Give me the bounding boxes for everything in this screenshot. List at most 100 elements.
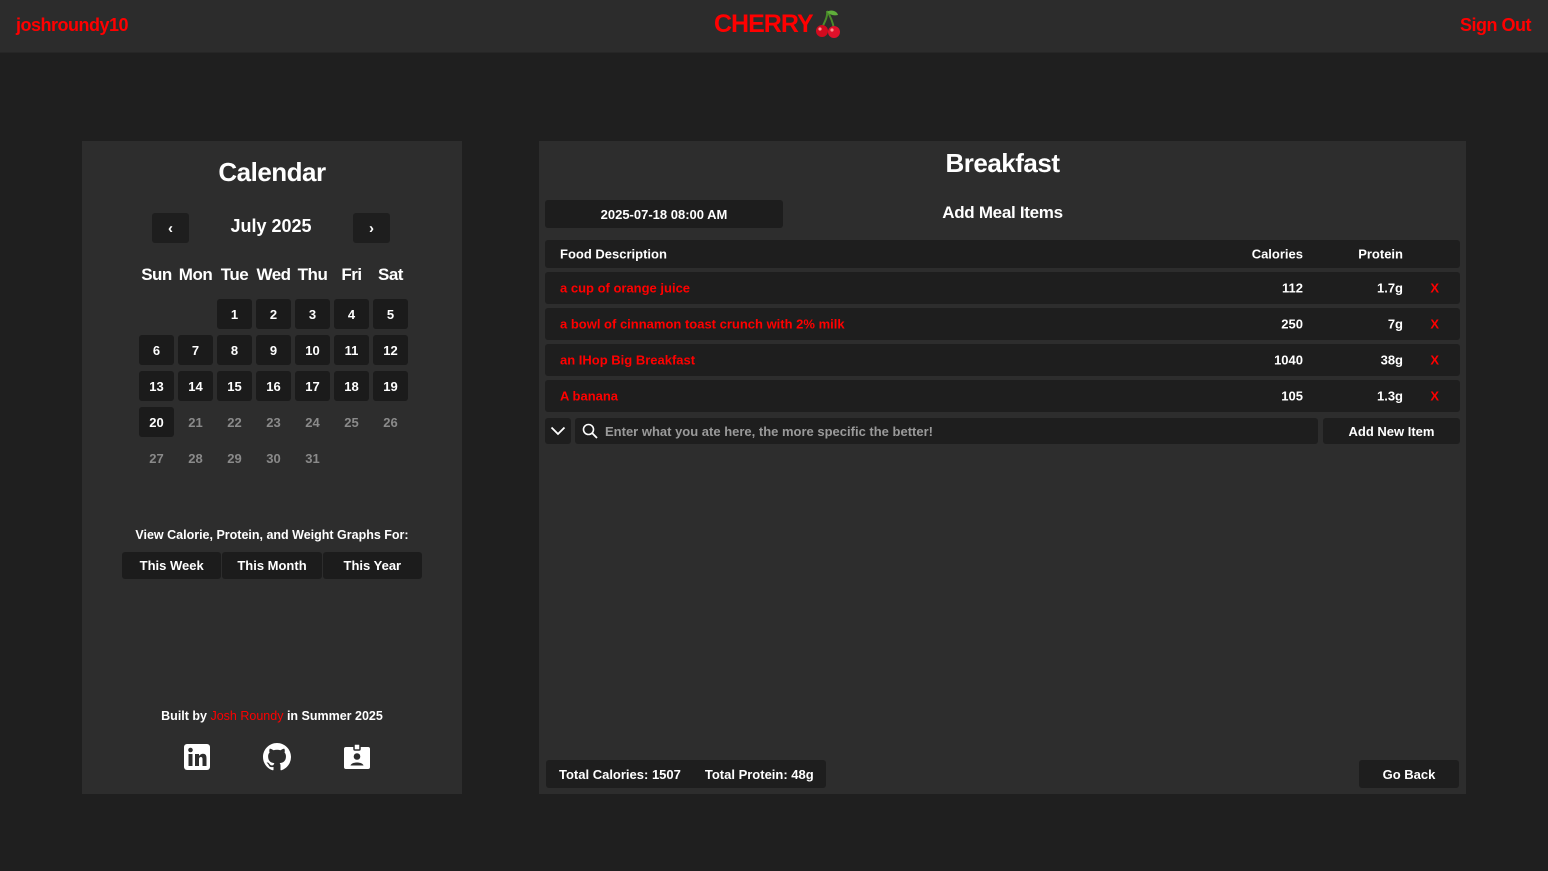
food-calories: 250 — [1281, 316, 1303, 332]
social-links — [82, 742, 462, 772]
remove-item-button[interactable]: X — [1430, 281, 1439, 296]
search-icon — [575, 418, 605, 444]
food-description[interactable]: a bowl of cinnamon toast crunch with 2% … — [560, 317, 845, 332]
add-new-item-button[interactable]: Add New Item — [1323, 418, 1460, 444]
weekday-label: Thu — [297, 265, 328, 284]
month-navigation: ‹ July 2025 › — [152, 213, 390, 243]
calendar-day: 24 — [305, 414, 320, 430]
built-by-suffix: in Summer 2025 — [286, 709, 383, 723]
weekday-label: Wed — [256, 265, 291, 284]
column-header-protein: Protein — [1358, 246, 1403, 262]
total-protein: Total Protein: 48g — [704, 766, 814, 782]
calendar-day[interactable]: 19 — [373, 371, 408, 401]
weekday-label: Sun — [141, 265, 172, 284]
top-navbar: joshroundy10 CHERRY Sign Out — [0, 0, 1548, 53]
food-description[interactable]: a cup of orange juice — [560, 281, 690, 296]
calendar-day[interactable]: 12 — [373, 335, 408, 365]
brand-logo[interactable]: CHERRY — [714, 9, 841, 39]
table-row: a bowl of cinnamon toast crunch with 2% … — [545, 308, 1460, 340]
chevron-right-icon: › — [369, 219, 374, 237]
calendar-day: 27 — [149, 450, 164, 466]
calendar-day: 22 — [227, 414, 242, 430]
meal-title: Breakfast — [945, 148, 1060, 178]
column-header-calories: Calories — [1251, 246, 1303, 262]
next-month-button[interactable]: › — [353, 213, 390, 243]
calendar-day[interactable]: 2 — [256, 299, 291, 329]
calendar-day: 23 — [266, 414, 281, 430]
calendar-day: 31 — [305, 450, 320, 466]
linkedin-icon[interactable] — [182, 742, 212, 772]
table-header: Food Description Calories Protein — [545, 240, 1460, 268]
food-description[interactable]: an IHop Big Breakfast — [560, 353, 695, 368]
graphs-label: View Calorie, Protein, and Weight Graphs… — [135, 528, 409, 542]
calendar-day[interactable]: 15 — [217, 371, 252, 401]
calendar-day[interactable]: 18 — [334, 371, 369, 401]
expand-suggestions-button[interactable] — [545, 418, 571, 444]
calendar-panel: Calendar ‹ July 2025 › Sun Mon Tue Wed Thu Fr… — [82, 141, 462, 794]
username-link[interactable]: joshroundy10 — [16, 15, 129, 36]
calendar-day: 21 — [188, 414, 203, 430]
add-meal-items-heading: Add Meal Items — [942, 203, 1063, 222]
remove-item-button[interactable]: X — [1430, 317, 1439, 332]
food-search-input[interactable] — [605, 423, 1305, 439]
brand-name: CHERRY — [714, 9, 814, 38]
calendar-day[interactable]: 5 — [373, 299, 408, 329]
chevron-left-icon: ‹ — [168, 219, 173, 237]
calendar-day: 29 — [227, 450, 242, 466]
calendar-day[interactable]: 6 — [139, 335, 174, 365]
prev-month-button[interactable]: ‹ — [152, 213, 189, 243]
calendar-day[interactable]: 13 — [139, 371, 174, 401]
food-search-box — [575, 418, 1318, 444]
calendar-day[interactable]: 17 — [295, 371, 330, 401]
graph-range-button[interactable]: This Year — [322, 552, 422, 579]
calendar-day[interactable]: 8 — [217, 335, 252, 365]
calendar-day[interactable]: 9 — [256, 335, 291, 365]
remove-item-button[interactable]: X — [1430, 389, 1439, 404]
author-link[interactable]: Josh Roundy — [210, 709, 283, 723]
table-row: A banana 105 1.3g X — [545, 380, 1460, 412]
calendar-day[interactable]: 10 — [295, 335, 330, 365]
github-icon[interactable] — [262, 742, 292, 772]
table-row: a cup of orange juice 112 1.7g X — [545, 272, 1460, 304]
weekday-header-row: Sun Mon Tue Wed Thu Fri Sat — [137, 265, 410, 285]
calendar-day: 30 — [266, 450, 281, 466]
weekday-label: Fri — [341, 265, 362, 284]
calendar-day[interactable]: 14 — [178, 371, 213, 401]
calendar-day[interactable]: 1 — [217, 299, 252, 329]
built-by-prefix: Built by — [161, 709, 207, 723]
food-calories: 105 — [1281, 388, 1303, 404]
calendar-day-grid: 1 2 3 4 5 6 7 8 9 10 11 12 13 14 15 16 17 18 19 20 21 22 23 24 2… — [137, 299, 410, 479]
calendar-day: 26 — [383, 414, 398, 430]
calendar-day: 25 — [344, 414, 359, 430]
calendar-day[interactable]: 4 — [334, 299, 369, 329]
food-calories: 112 — [1282, 280, 1303, 296]
food-protein: 38g — [1380, 352, 1403, 368]
sign-out-button[interactable]: Sign Out — [1460, 15, 1532, 36]
weekday-label: Sat — [378, 265, 403, 284]
graph-range-buttons: This Week This Month This Year — [122, 552, 422, 579]
table-row: an IHop Big Breakfast 1040 38g X — [545, 344, 1460, 376]
calendar-day[interactable]: 3 — [295, 299, 330, 329]
calendar-day[interactable]: 7 — [178, 335, 213, 365]
food-description[interactable]: A banana — [560, 389, 618, 404]
chevron-down-icon — [550, 426, 566, 436]
graph-range-button[interactable]: This Week — [122, 552, 222, 579]
graph-range-button[interactable]: This Month — [222, 552, 322, 579]
meal-panel: Breakfast 2025-07-18 08:00 AM Add Meal I… — [539, 141, 1466, 794]
column-header-description: Food Description — [560, 246, 667, 262]
weekday-label: Mon — [178, 265, 213, 284]
food-protein: 1.3g — [1376, 388, 1403, 404]
calendar-day[interactable]: 16 — [256, 371, 291, 401]
calendar-day[interactable]: 11 — [334, 335, 369, 365]
cherry-icon — [815, 10, 840, 38]
remove-item-button[interactable]: X — [1430, 353, 1439, 368]
food-protein: 7g — [1387, 316, 1403, 332]
weekday-label: Tue — [220, 265, 249, 284]
calendar-day-today[interactable]: 20 — [139, 407, 174, 437]
go-back-button[interactable]: Go Back — [1359, 760, 1459, 788]
built-by-credit: Built by Josh Roundy in Summer 2025 — [82, 709, 462, 723]
new-item-entry-row: Add New Item — [545, 418, 1460, 444]
contact-card-icon[interactable] — [342, 742, 372, 772]
food-protein: 1.7g — [1376, 280, 1403, 296]
month-label: July 2025 — [230, 216, 312, 236]
